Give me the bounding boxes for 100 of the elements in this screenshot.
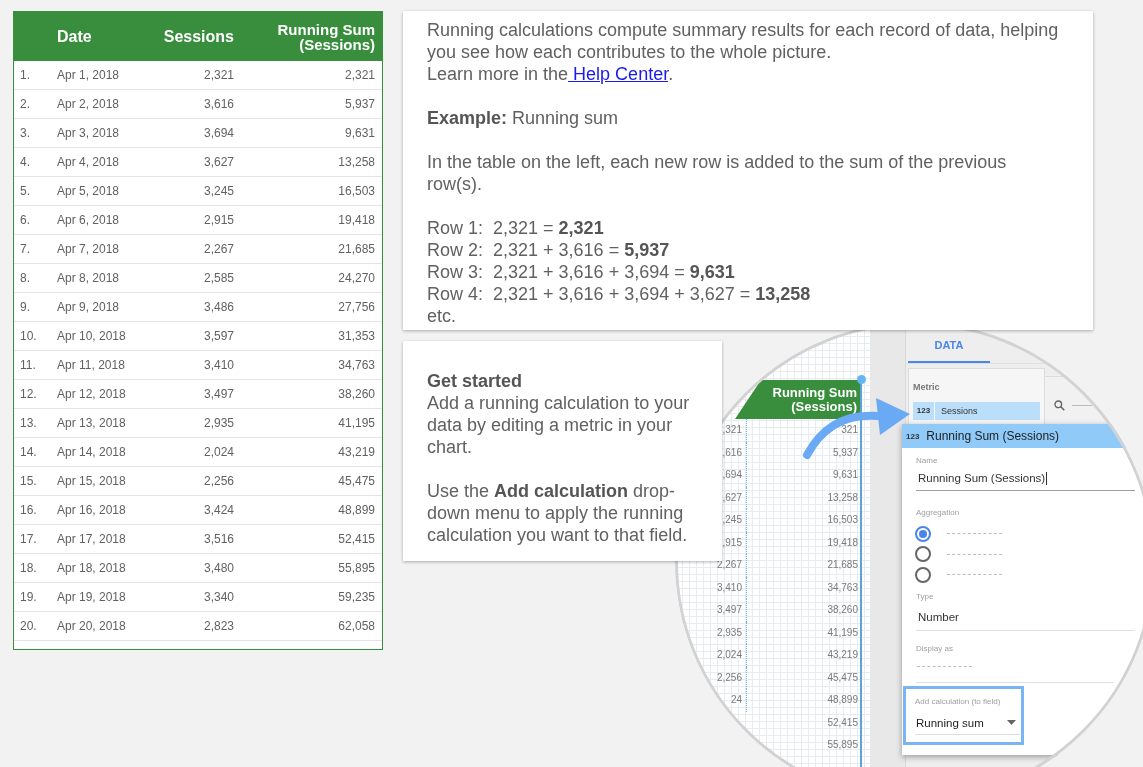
- table-cell: 41,195: [338, 416, 375, 430]
- row-number: 1.: [20, 68, 30, 82]
- table-cell: 38,260: [827, 604, 858, 617]
- table-cell: 45,475: [827, 671, 858, 684]
- calculation-row-text: Row 4: 2,321 + 3,616 + 3,694 + 3,627 = 13,258: [427, 283, 812, 305]
- search-icon[interactable]: [1054, 399, 1065, 411]
- table-cell: 2,256: [203, 474, 234, 488]
- row-number: 12.: [20, 387, 37, 401]
- row-number: 10.: [20, 329, 37, 343]
- table-cell: ,627: [722, 491, 742, 503]
- table-cell: 2,935: [716, 626, 742, 638]
- number-type-label: 123: [913, 402, 935, 420]
- table-cell: 24,270: [338, 271, 375, 285]
- field-label: Add calculation (to field): [915, 696, 1001, 707]
- table-cell: 2,267: [203, 242, 234, 256]
- table-cell: 31,353: [338, 329, 375, 343]
- table-cell: Apr 8, 2018: [57, 271, 120, 285]
- card-title: Get started: [427, 370, 524, 392]
- table-cell: Apr 5, 2018: [57, 184, 120, 198]
- radio-button[interactable]: [915, 525, 931, 542]
- table-cell: Apr 11, 2018: [57, 358, 125, 372]
- table-cell: Apr 19, 2018: [57, 590, 126, 604]
- number-type-label: 123: [906, 431, 920, 441]
- table-cell: 3,516: [203, 532, 234, 546]
- table-cell: Apr 6, 2018: [57, 213, 120, 227]
- row-number: 13.: [20, 416, 37, 430]
- dashed-line-icon: [947, 574, 1002, 576]
- table-cell: Apr 13, 2018: [57, 416, 126, 430]
- learn-more-text: Learn more in the Help Center.: [427, 63, 675, 85]
- dashed-line-icon: [947, 533, 1002, 535]
- table-cell: 2,935: [203, 416, 234, 430]
- column-header: Running Sum (Sessions): [276, 21, 375, 52]
- calculation-dropdown[interactable]: Running sum: [915, 715, 1020, 735]
- table-cell: 2,321: [203, 68, 234, 82]
- table-cell: 2,915: [203, 213, 234, 227]
- table-cell: 19,418: [827, 536, 858, 549]
- table-cell: 38,260: [338, 387, 375, 401]
- table-cell: Apr 20, 2018: [57, 619, 126, 633]
- table-cell: Apr 15, 2018: [57, 474, 126, 488]
- table-cell: Apr 10, 2018: [57, 329, 126, 343]
- table-cell: 3,616: [203, 97, 234, 111]
- table-cell: 45,475: [338, 474, 375, 488]
- column-header: Running Sum (Sessions): [735, 380, 860, 419]
- table-cell: Apr 4, 2018: [57, 155, 120, 169]
- search-field[interactable]: [1054, 399, 1092, 411]
- metric-name: Sessions: [941, 405, 978, 418]
- field-label: Display as: [916, 643, 953, 654]
- table-cell: 321: [841, 424, 858, 437]
- table-cell: 48,899: [827, 694, 858, 707]
- table-cell: 5,937: [344, 97, 375, 111]
- table-cell: ,694: [722, 469, 742, 481]
- intro-text: Running calculations compute summary results for each record of data, helping you see how each contributes to the whole picture.: [427, 19, 1060, 63]
- table-cell: Apr 12, 2018: [57, 387, 126, 401]
- field-label: Type: [916, 591, 934, 602]
- table-cell: ,245: [722, 514, 742, 526]
- row-number: 4.: [20, 155, 30, 169]
- table-cell: 2,256: [716, 671, 742, 683]
- table-cell: 3,480: [203, 561, 234, 575]
- table-cell: 34,763: [338, 358, 375, 372]
- row-number: 8.: [20, 271, 30, 285]
- table-cell: 16,503: [338, 184, 375, 198]
- dashed-line-icon: [917, 665, 972, 667]
- type-field[interactable]: Number: [916, 603, 1135, 631]
- table-cell: 52,415: [338, 532, 375, 546]
- calculation-row-text: Row 1: 2,321 = 2,321: [427, 217, 605, 239]
- handle-dot-icon[interactable]: [857, 375, 866, 384]
- table-cell: 9,631: [344, 126, 375, 140]
- table-cell: 43,219: [338, 445, 375, 459]
- calculation-row-text: Row 3: 2,321 + 3,616 + 3,694 = 9,631: [427, 261, 736, 283]
- row-number: 15.: [20, 474, 37, 488]
- table-cell: 13,258: [338, 155, 375, 169]
- help-center-link[interactable]: Help Center: [568, 64, 669, 84]
- table-cell: 3,694: [203, 126, 234, 140]
- table-cell: 41,195: [827, 626, 858, 639]
- table-cell: ,616: [722, 446, 742, 458]
- row-number: 11.: [20, 358, 36, 372]
- table-cell: 27,756: [338, 300, 375, 314]
- table-cell: 3,486: [203, 300, 234, 314]
- table-cell: 3,597: [203, 329, 234, 343]
- table-cell: Apr 1, 2018: [57, 68, 120, 82]
- table-cell: 43,219: [827, 649, 858, 662]
- table-cell: 3,410: [716, 581, 742, 593]
- column-header: Date: [57, 27, 92, 46]
- table-cell: Apr 16, 2018: [57, 503, 126, 517]
- name-field[interactable]: Running Sum (Sessions): [916, 470, 1135, 492]
- popup-title: Running Sum (Sessions): [926, 429, 1060, 443]
- radio-button[interactable]: [915, 566, 931, 583]
- metric-chip[interactable]: 123 Sessions: [913, 402, 1040, 420]
- row-number: 5.: [20, 184, 30, 198]
- table-cell: Apr 18, 2018: [57, 561, 126, 575]
- row-number: 14.: [20, 445, 37, 459]
- table-cell: 55,895: [827, 739, 858, 752]
- radio-button[interactable]: [915, 546, 931, 563]
- table-cell: Apr 9, 2018: [57, 300, 120, 314]
- table-cell: 3,410: [203, 358, 234, 372]
- table-cell: 16,503: [827, 514, 858, 527]
- row-number: 17.: [20, 532, 37, 546]
- card-paragraph: Use the Add calculation drop-down menu to apply the running calculation you want to that field.: [427, 480, 689, 546]
- row-number: 19.: [20, 590, 37, 604]
- table-cell: 3,340: [203, 590, 234, 604]
